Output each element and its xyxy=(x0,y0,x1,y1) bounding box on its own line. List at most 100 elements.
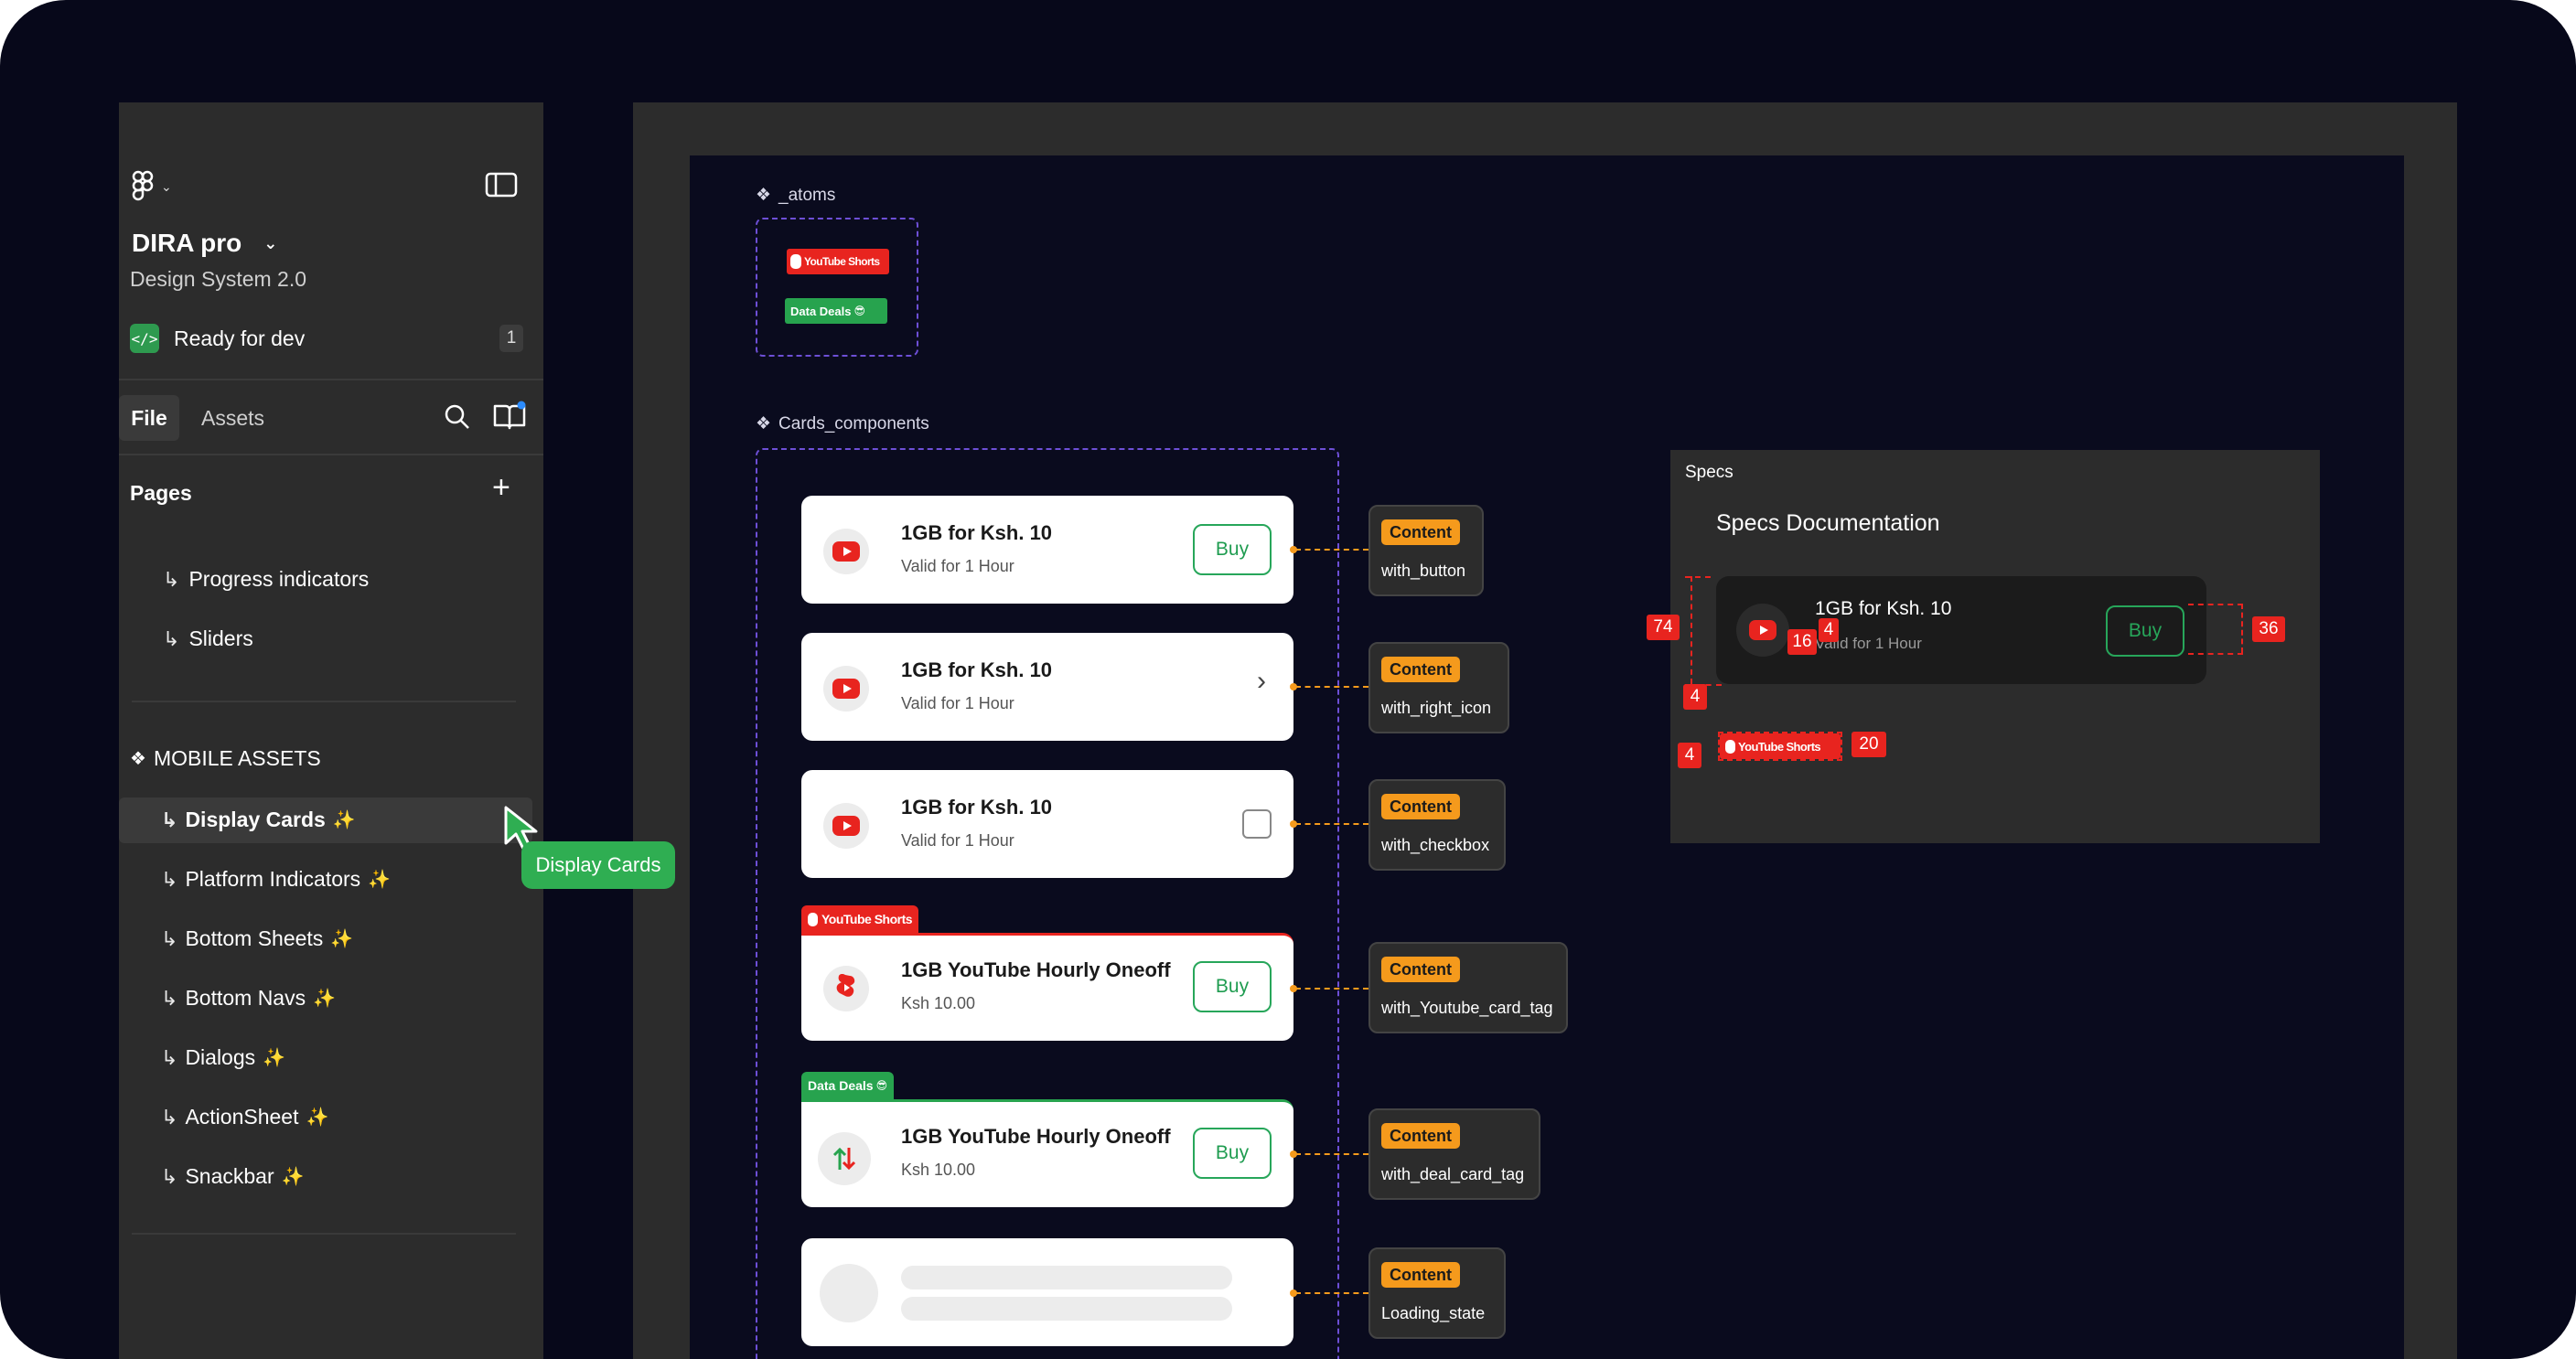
display-card-with-deal-tag[interactable]: 1GB YouTube Hourly Oneoff Ksh 10.00 Buy xyxy=(801,1099,1293,1207)
page-label: Progress indicators xyxy=(188,567,370,591)
frame-name: _atoms xyxy=(778,185,836,205)
card-subtitle: Ksh 10.00 xyxy=(901,1161,976,1179)
asset-label: Platform Indicators xyxy=(185,867,361,891)
variant-label-loading-state[interactable]: Content Loading_state xyxy=(1368,1247,1506,1339)
library-icon[interactable] xyxy=(492,401,527,432)
tag-label: Data Deals xyxy=(808,1078,874,1093)
ready-for-dev-label: Ready for dev xyxy=(174,326,306,350)
spec-buy-button: Buy xyxy=(2106,605,2184,657)
variant-label-with-checkbox[interactable]: Content with_checkbox xyxy=(1368,779,1506,871)
nested-arrow-icon: ↳ xyxy=(161,1164,178,1188)
tag-label: YouTube Shorts xyxy=(821,912,913,926)
data-deals-atom[interactable]: Data Deals 😎 xyxy=(785,298,887,324)
asset-item-bottom-navs[interactable]: ↳ Bottom Navs ✨ xyxy=(119,976,532,1022)
card-subtitle: Valid for 1 Hour xyxy=(901,831,1014,850)
nested-arrow-icon: ↳ xyxy=(161,986,178,1010)
frame-name: Cards_components xyxy=(778,413,929,433)
connector-line xyxy=(1295,1153,1368,1155)
display-card-loading-state[interactable] xyxy=(801,1238,1293,1346)
ready-for-dev-row[interactable]: </> Ready for dev 1 xyxy=(130,324,532,355)
specs-frame[interactable]: Specs Specs Documentation 1GB for Ksh. 1… xyxy=(1647,450,2320,843)
variant-label-with-button[interactable]: Content with_button xyxy=(1368,505,1484,596)
asset-label: ActionSheet xyxy=(185,1105,299,1129)
content-badge: Content xyxy=(1381,519,1460,545)
measure-button-height-badge: 36 xyxy=(2252,616,2285,642)
atoms-frame-label[interactable]: ❖ _atoms xyxy=(756,185,835,206)
tab-file[interactable]: File xyxy=(119,395,179,441)
shorts-logo-icon xyxy=(1725,739,1735,754)
cards-frame-label[interactable]: ❖ Cards_components xyxy=(756,413,929,434)
specs-title: Specs Documentation xyxy=(1716,510,1940,536)
display-card-with-checkbox[interactable]: 1GB for Ksh. 10 Valid for 1 Hour xyxy=(801,770,1293,878)
variant-label-with-youtube-card-tag[interactable]: Content with_Youtube_card_tag xyxy=(1368,942,1568,1033)
sparkle-icon: ✨ xyxy=(368,870,392,890)
display-card-with-button[interactable]: 1GB for Ksh. 10 Valid for 1 Hour Buy xyxy=(801,496,1293,604)
divider xyxy=(119,379,543,380)
atom-label: YouTube Shorts xyxy=(804,255,880,268)
display-card-with-right-icon[interactable]: 1GB for Ksh. 10 Valid for 1 Hour › xyxy=(801,633,1293,741)
sparkle-icon: ✨ xyxy=(332,810,356,830)
page-item-progress-indicators[interactable]: ↳ Progress indicators xyxy=(163,567,369,592)
variant-name: Loading_state xyxy=(1381,1304,1486,1322)
asset-item-platform-indicators[interactable]: ↳ Platform Indicators ✨ xyxy=(119,857,532,903)
measure-icon-badge: 16 xyxy=(1787,629,1817,655)
component-set-icon: ❖ xyxy=(130,749,146,769)
project-title[interactable]: DIRA pro ⌄ xyxy=(132,229,277,258)
asset-item-snackbar[interactable]: ↳ Snackbar ✨ xyxy=(119,1154,532,1200)
tab-assets[interactable]: Assets xyxy=(201,395,264,441)
chevron-down-icon: ⌄ xyxy=(263,233,278,252)
figma-logo-icon xyxy=(132,170,154,201)
divider xyxy=(132,1233,516,1235)
height-measure-line xyxy=(1690,576,1692,684)
component-set-icon: ❖ xyxy=(756,414,772,433)
card-subtitle: Valid for 1 Hour xyxy=(901,694,1014,712)
shorts-logo-icon xyxy=(808,912,818,926)
figma-menu-button[interactable]: ⌄ xyxy=(132,168,177,205)
data-deals-tag: Data Deals 😎 xyxy=(801,1072,895,1099)
sparkle-icon: ✨ xyxy=(330,929,354,949)
page-label: Sliders xyxy=(188,626,253,650)
asset-label: Bottom Navs xyxy=(185,986,306,1010)
mobile-assets-section[interactable]: ❖ MOBILE ASSETS xyxy=(130,746,321,771)
sparkle-icon: ✨ xyxy=(313,989,336,1009)
checkbox[interactable] xyxy=(1242,809,1272,839)
chevron-right-icon[interactable]: › xyxy=(1257,668,1266,695)
shorts-logo-icon xyxy=(790,254,801,269)
asset-label: Dialogs xyxy=(185,1045,256,1069)
display-card-with-youtube-tag[interactable]: 1GB YouTube Hourly Oneoff Ksh 10.00 Buy xyxy=(801,933,1293,1041)
specs-frame-label: Specs xyxy=(1685,463,1733,482)
sparkle-icon: ✨ xyxy=(263,1048,286,1068)
toggle-sidebar-icon[interactable] xyxy=(485,172,518,198)
app-window: ⌄ DIRA pro ⌄ Design System 2.0 </> Ready… xyxy=(0,0,2576,1359)
asset-item-dialogs[interactable]: ↳ Dialogs ✨ xyxy=(119,1035,532,1081)
variant-name: with_Youtube_card_tag xyxy=(1381,999,1553,1017)
buy-button[interactable]: Buy xyxy=(1193,524,1272,575)
youtube-icon xyxy=(823,529,869,574)
search-icon[interactable] xyxy=(443,402,472,432)
variant-label-with-right-icon[interactable]: Content with_right_icon xyxy=(1368,642,1509,733)
variant-label-with-deal-card-tag[interactable]: Content with_deal_card_tag xyxy=(1368,1108,1540,1200)
skeleton-line xyxy=(901,1266,1232,1289)
connector-line xyxy=(1295,823,1368,825)
spec-youtube-shorts-tag: YouTube Shorts xyxy=(1720,733,1841,759)
connector-line xyxy=(1295,988,1368,990)
asset-label: Display Cards xyxy=(185,808,326,831)
section-title: MOBILE ASSETS xyxy=(153,746,321,770)
divider xyxy=(132,701,516,702)
atoms-component-set[interactable] xyxy=(756,218,918,357)
asset-item-actionsheet[interactable]: ↳ ActionSheet ✨ xyxy=(119,1095,532,1140)
youtube-shorts-icon xyxy=(823,966,869,1011)
page-item-sliders[interactable]: ↳ Sliders xyxy=(163,626,253,651)
asset-item-bottom-sheets[interactable]: ↳ Bottom Sheets ✨ xyxy=(119,916,532,962)
youtube-shorts-atom[interactable]: YouTube Shorts xyxy=(787,249,889,274)
cursor-tooltip: Display Cards xyxy=(521,841,675,889)
card-title: 1GB YouTube Hourly Oneoff xyxy=(901,1125,1171,1148)
skeleton-avatar xyxy=(820,1264,878,1322)
buy-button[interactable]: Buy xyxy=(1193,961,1272,1012)
chevron-down-icon: ⌄ xyxy=(161,178,172,194)
connector-line xyxy=(1295,1292,1368,1294)
buy-button[interactable]: Buy xyxy=(1193,1128,1272,1179)
add-page-button[interactable]: + xyxy=(492,472,510,503)
pages-heading: Pages xyxy=(130,481,192,505)
asset-item-display-cards[interactable]: ↳ Display Cards ✨ xyxy=(119,797,532,843)
